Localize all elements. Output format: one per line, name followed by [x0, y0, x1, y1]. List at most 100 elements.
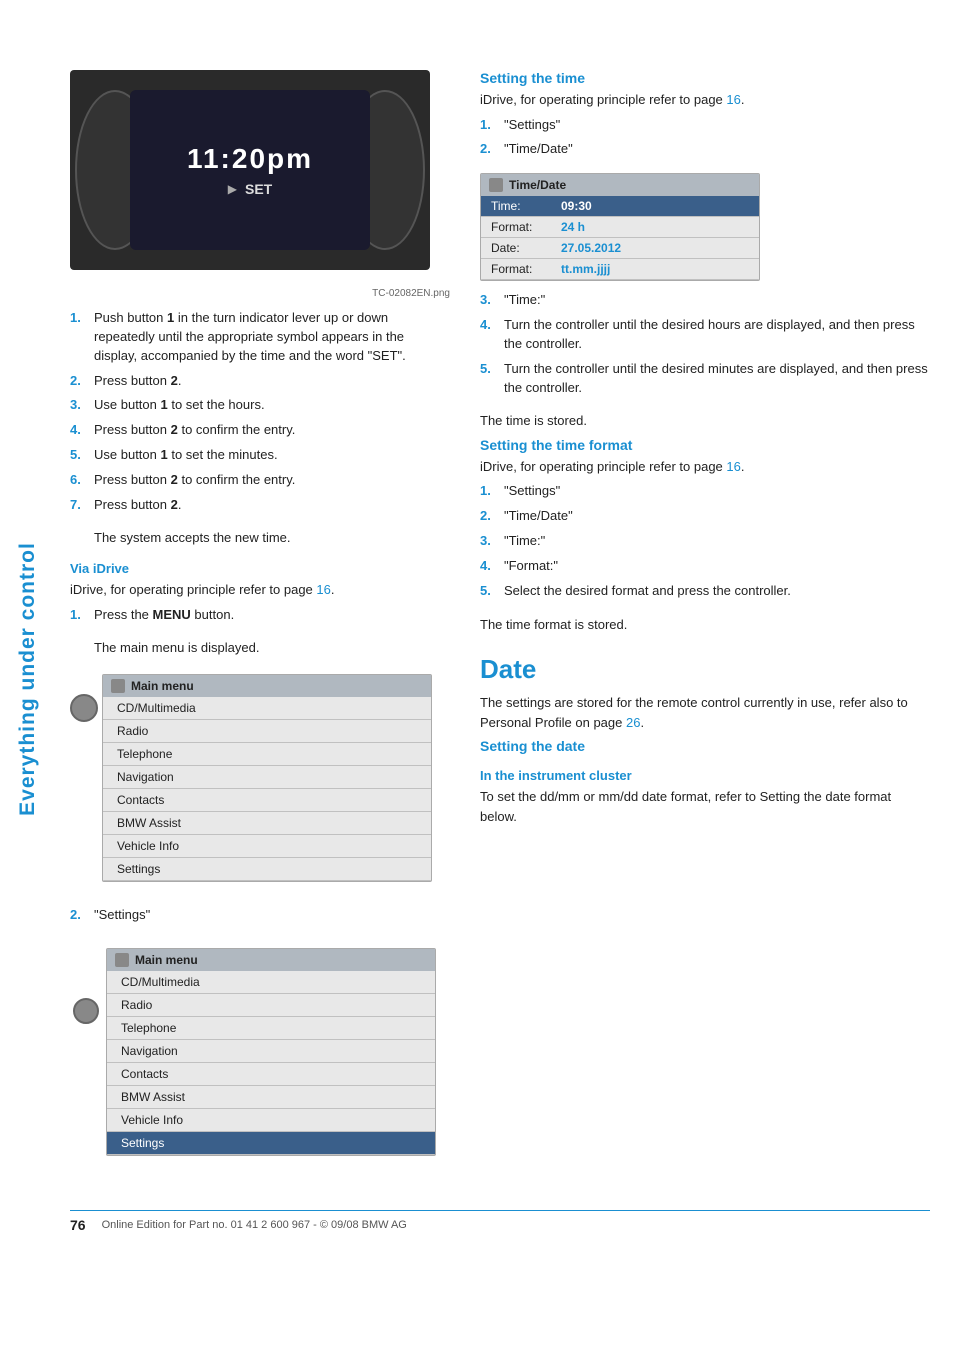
via-idrive-page-link[interactable]: 16 — [316, 582, 330, 597]
rf-step1-text: "Settings" — [504, 482, 560, 501]
td-value-3: tt.mm.jjjj — [561, 262, 610, 276]
step5-text: Use button 1 to set the minutes. — [94, 446, 278, 465]
setting-format-heading: Setting the time format — [480, 437, 930, 453]
rt-step-2: 2. "Time/Date" — [480, 140, 930, 159]
setting-format-page-link[interactable]: 16 — [726, 459, 740, 474]
menu1-item-7: Settings — [103, 858, 431, 881]
td-row-3: Format: tt.mm.jjjj — [481, 259, 759, 280]
rt-step1-text: "Settings" — [504, 116, 560, 135]
via-idrive-steps: 1. Press the MENU button. — [70, 606, 450, 625]
dashboard-set-label: SET — [245, 181, 272, 197]
step1-num: 1. — [70, 309, 90, 366]
rf-steps-list: 1. "Settings" 2. "Time/Date" 3. "Time:" … — [480, 482, 930, 600]
menu2-knob — [73, 998, 99, 1024]
rf-step5-text: Select the desired format and press the … — [504, 582, 791, 601]
rt-step-1: 1. "Settings" — [480, 116, 930, 135]
date-page-link[interactable]: 26 — [626, 715, 640, 730]
step2-num: 2. — [70, 372, 90, 391]
main-content: 11:20pm ▶ SET TC-02082EN.png 1. Push but… — [70, 40, 930, 1233]
rf-step-1: 1. "Settings" — [480, 482, 930, 501]
td-value-1: 24 h — [561, 220, 585, 234]
step1-text: Push button 1 in the turn indicator leve… — [94, 309, 450, 366]
footer-page-number: 76 — [70, 1217, 86, 1233]
step3-num: 3. — [70, 396, 90, 415]
rt-step5-text: Turn the controller until the desired mi… — [504, 360, 930, 398]
step-5: 5. Use button 1 to set the minutes. — [70, 446, 450, 465]
td-row-2: Date: 27.05.2012 — [481, 238, 759, 259]
right-column: Setting the time iDrive, for operating p… — [480, 70, 930, 1170]
left-column: 11:20pm ▶ SET TC-02082EN.png 1. Push but… — [70, 70, 450, 1170]
rt-step2-num: 2. — [480, 140, 500, 159]
rt-step5-num: 5. — [480, 360, 500, 398]
rf-step3-num: 3. — [480, 532, 500, 551]
via-idrive-heading: Via iDrive — [70, 561, 450, 576]
menu1-icon — [111, 679, 125, 693]
step2-text: Press button 2. — [94, 372, 181, 391]
rf-step-4: 4. "Format:" — [480, 557, 930, 576]
step7-text: Press button 2. — [94, 496, 181, 515]
page-container: Everything under control 11:20pm ▶ SET — [0, 0, 960, 1358]
menu1-item-6: Vehicle Info — [103, 835, 431, 858]
rt-step3-num: 3. — [480, 291, 500, 310]
menu1-screenshot: Main menu CD/Multimedia Radio Telephone … — [102, 674, 432, 882]
td-row-0: Time: 09:30 — [481, 196, 759, 217]
rt-step4-num: 4. — [480, 316, 500, 354]
menu1-item-3: Navigation — [103, 766, 431, 789]
menu1-item-0: CD/Multimedia — [103, 697, 431, 720]
date-heading: Date — [480, 654, 930, 685]
image-caption: TC-02082EN.png — [70, 288, 450, 299]
timedate-screenshot: Time/Date Time: 09:30 Format: 24 h Date:… — [480, 173, 760, 281]
in-instrument-heading: In the instrument cluster — [480, 768, 930, 783]
setting-time-page-link[interactable]: 16 — [726, 92, 740, 107]
td-label-0: Time: — [491, 199, 561, 213]
via-idrive-intro: iDrive, for operating principle refer to… — [70, 580, 450, 600]
setting-time-heading: Setting the time — [480, 70, 930, 86]
td-value-2: 27.05.2012 — [561, 241, 621, 255]
step6-text: Press button 2 to confirm the entry. — [94, 471, 295, 490]
steps-list: 1. Push button 1 in the turn indicator l… — [70, 309, 450, 515]
vi-step1-text: Press the MENU button. — [94, 606, 234, 625]
setting-date-heading: Setting the date — [480, 738, 930, 754]
rt-step4-text: Turn the controller until the desired ho… — [504, 316, 930, 354]
td-row-1: Format: 24 h — [481, 217, 759, 238]
step-7: 7. Press button 2. — [70, 496, 450, 515]
two-col-layout: 11:20pm ▶ SET TC-02082EN.png 1. Push but… — [70, 70, 930, 1170]
menu2-item-6: Vehicle Info — [107, 1109, 435, 1132]
menu1-item-2: Telephone — [103, 743, 431, 766]
rf-step5-num: 5. — [480, 582, 500, 601]
vi-step2-list: 2. "Settings" — [70, 906, 450, 925]
td-icon — [489, 178, 503, 192]
rf-step-3: 3. "Time:" — [480, 532, 930, 551]
menu1-container: Main menu CD/Multimedia Radio Telephone … — [70, 664, 450, 896]
menu2-item-0: CD/Multimedia — [107, 971, 435, 994]
menu2-title: Main menu — [135, 953, 198, 967]
rt-step-4: 4. Turn the controller until the desired… — [480, 316, 930, 354]
rt-step2-text: "Time/Date" — [504, 140, 573, 159]
menu2-item-5: BMW Assist — [107, 1086, 435, 1109]
menu2-item-7-highlighted: Settings — [107, 1132, 435, 1155]
rf-step4-text: "Format:" — [504, 557, 558, 576]
rf-step1-num: 1. — [480, 482, 500, 501]
vi-step1-sub: The main menu is displayed. — [94, 639, 450, 658]
rf-step-2: 2. "Time/Date" — [480, 507, 930, 526]
rt-step-5: 5. Turn the controller until the desired… — [480, 360, 930, 398]
td-label-3: Format: — [491, 262, 561, 276]
rf-step4-num: 4. — [480, 557, 500, 576]
side-label: Everything under control — [16, 542, 40, 816]
td-label-2: Date: — [491, 241, 561, 255]
step6-num: 6. — [70, 471, 90, 490]
rf-step2-num: 2. — [480, 507, 500, 526]
rt-steps-list: 1. "Settings" 2. "Time/Date" — [480, 116, 930, 160]
setting-format-intro: iDrive, for operating principle refer to… — [480, 457, 930, 477]
rf-step-5: 5. Select the desired format and press t… — [480, 582, 930, 601]
rt-steps-3-5: 3. "Time:" 4. Turn the controller until … — [480, 291, 930, 397]
menu2-title-bar: Main menu — [107, 949, 435, 971]
step-2: 2. Press button 2. — [70, 372, 450, 391]
rt-step1-num: 1. — [480, 116, 500, 135]
dashboard-sub: ▶ SET — [228, 181, 272, 197]
menu2-item-2: Telephone — [107, 1017, 435, 1040]
step7-num: 7. — [70, 496, 90, 515]
rf-step3-text: "Time:" — [504, 532, 545, 551]
rt-step3-text: "Time:" — [504, 291, 545, 310]
dashboard-image: 11:20pm ▶ SET — [70, 70, 430, 270]
